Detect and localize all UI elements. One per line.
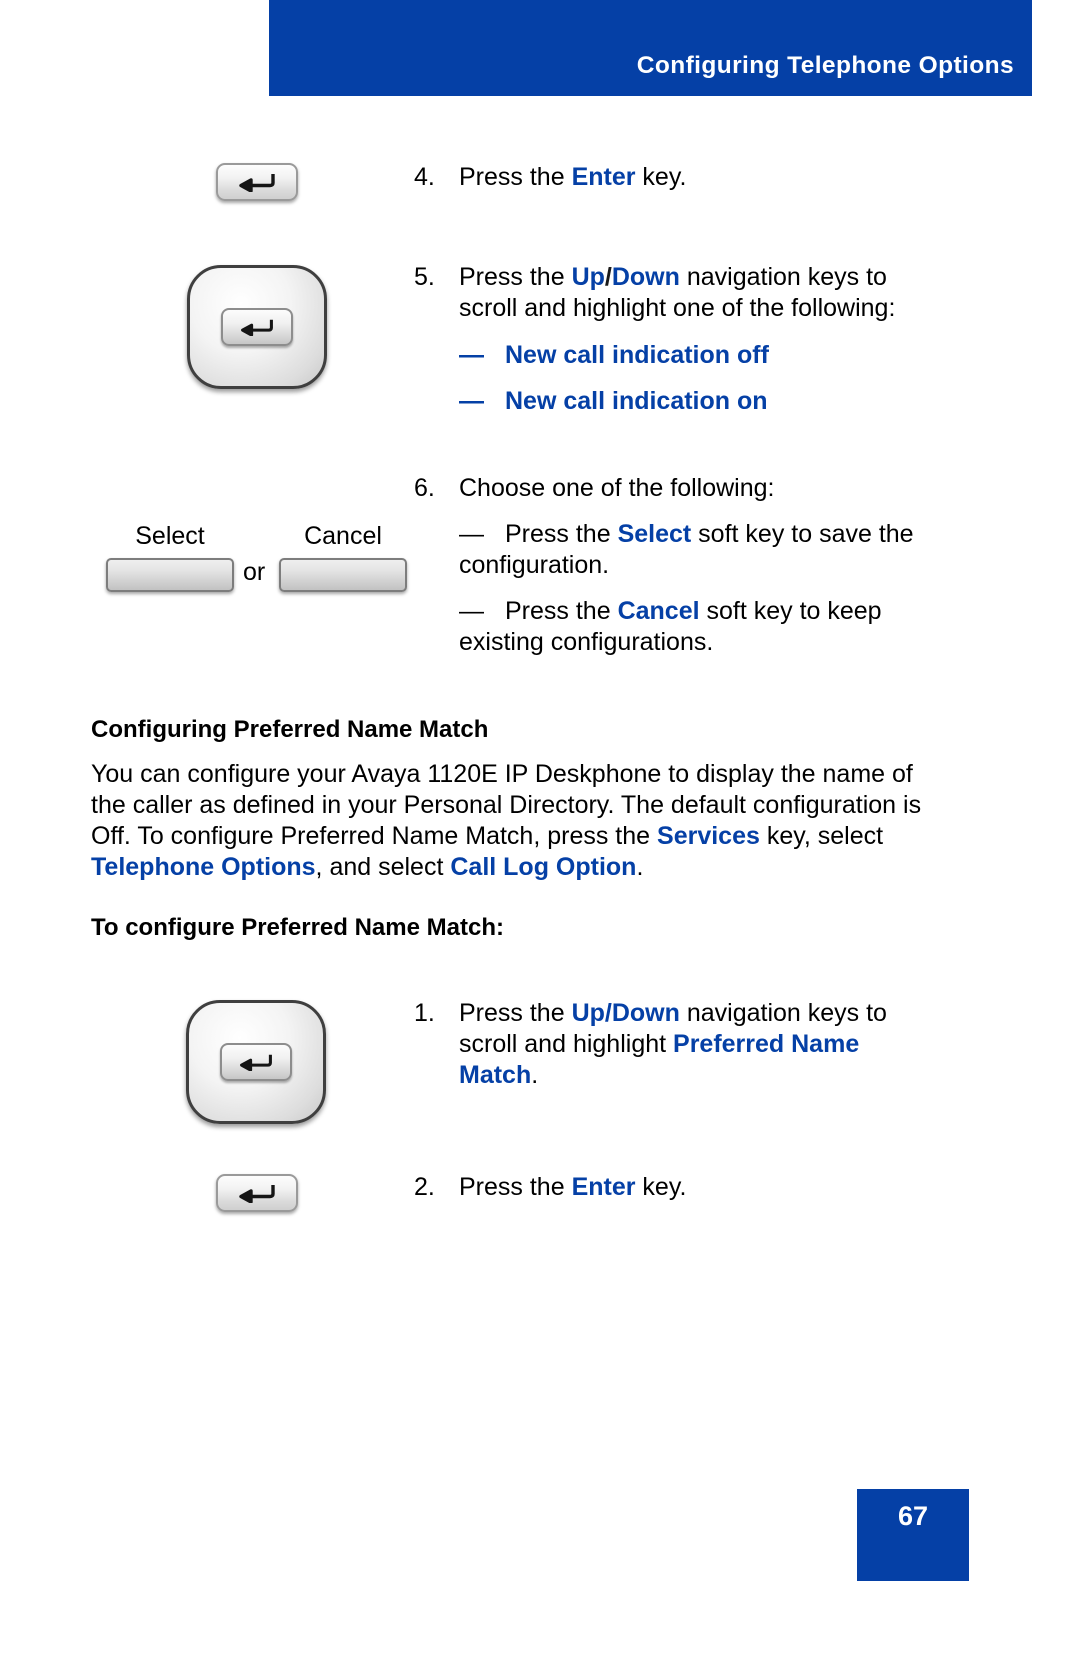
step-4-seg-0: Press the — [459, 163, 572, 191]
em-dash-icon: — — [459, 387, 484, 415]
navigation-cluster-icon — [187, 265, 327, 389]
para-seg-telephone-options: Telephone Options — [91, 853, 316, 881]
list-item-label: New call indication on — [505, 387, 768, 415]
step-text-5: Press the Up/Down navigation keys to scr… — [459, 262, 929, 324]
step-number-2: 2. — [414, 1173, 435, 1201]
section-heading: Configuring Preferred Name Match — [91, 716, 489, 743]
softkey-separator-or: or — [243, 558, 266, 586]
enter-key-icon — [216, 1174, 298, 1212]
page-header-banner: Configuring Telephone Options — [269, 0, 1032, 96]
softkey-select-label: Select — [135, 522, 205, 550]
step-text-4: Press the Enter key. — [459, 162, 979, 193]
page-title: Configuring Telephone Options — [636, 52, 1014, 79]
em-dash-icon: — — [459, 341, 484, 369]
enter-key-icon — [216, 163, 298, 201]
para-seg-call-log-option: Call Log Option — [450, 853, 637, 881]
bstep-2-seg-0: Press the — [459, 1173, 572, 1201]
page-number-box: 67 — [857, 1489, 969, 1581]
step-5-seg-0: Press the — [459, 263, 572, 291]
list-item-press-cancel: — Press the Cancel soft key to keep exist… — [459, 596, 929, 658]
softkey-select-button[interactable] — [106, 558, 234, 592]
step-number-1: 1. — [414, 999, 435, 1027]
step-number-5: 5. — [414, 263, 435, 291]
para-seg-4: , and select — [315, 853, 451, 881]
list-item-new-call-indication-off: — New call indication off — [459, 340, 769, 371]
para-seg-2: key, select — [759, 822, 884, 850]
para-seg-services: Services — [657, 822, 760, 850]
softkey-cancel-button[interactable] — [279, 558, 407, 592]
nav-enter-button-icon — [221, 308, 293, 346]
step-number-4: 4. — [414, 163, 435, 191]
sub-6b-seg-cancel: Cancel — [617, 597, 700, 625]
bstep-1-seg-down: Down — [611, 999, 680, 1027]
nav-enter-button-icon — [220, 1043, 292, 1081]
list-item-new-call-indication-on: — New call indication on — [459, 386, 768, 417]
step-4-seg-enter: Enter — [571, 163, 636, 191]
bstep-2-seg-2: key. — [635, 1173, 687, 1201]
step-4-seg-2: key. — [635, 163, 687, 191]
step-6-seg-0: Choose one of the following: — [459, 474, 775, 502]
list-item-press-select: — Press the Select soft key to save the c… — [459, 519, 929, 581]
bstep-2-seg-enter: Enter — [571, 1173, 636, 1201]
step-text-2: Press the Enter key. — [459, 1172, 919, 1203]
step-text-1: Press the Up/Down navigation keys to scr… — [459, 998, 919, 1091]
step-5-seg-slash: / — [604, 263, 612, 291]
step-5-seg-down: Down — [611, 263, 680, 291]
step-5-seg-up: Up — [571, 263, 605, 291]
list-item-label: New call indication off — [505, 341, 769, 369]
softkey-cancel-label: Cancel — [304, 522, 382, 550]
bstep-1-seg-slash: / — [604, 999, 612, 1027]
em-dash-icon: — — [459, 520, 484, 548]
procedure-heading: To configure Preferred Name Match: — [91, 914, 504, 941]
sub-6b-seg-0: Press the — [505, 597, 618, 625]
step-number-6: 6. — [414, 474, 435, 502]
bstep-1-seg-6: . — [531, 1061, 539, 1089]
bstep-1-seg-0: Press the — [459, 999, 572, 1027]
sub-6a-seg-0: Press the — [505, 520, 618, 548]
para-seg-6: . — [636, 853, 644, 881]
sub-6a-seg-select: Select — [617, 520, 692, 548]
page-number: 67 — [897, 1501, 929, 1531]
navigation-cluster-icon — [186, 1000, 326, 1124]
em-dash-icon: — — [459, 597, 484, 625]
section-paragraph: You can configure your Avaya 1120E IP De… — [91, 759, 931, 883]
bstep-1-seg-up: Up — [571, 999, 605, 1027]
step-text-6: Choose one of the following: — [459, 473, 929, 504]
